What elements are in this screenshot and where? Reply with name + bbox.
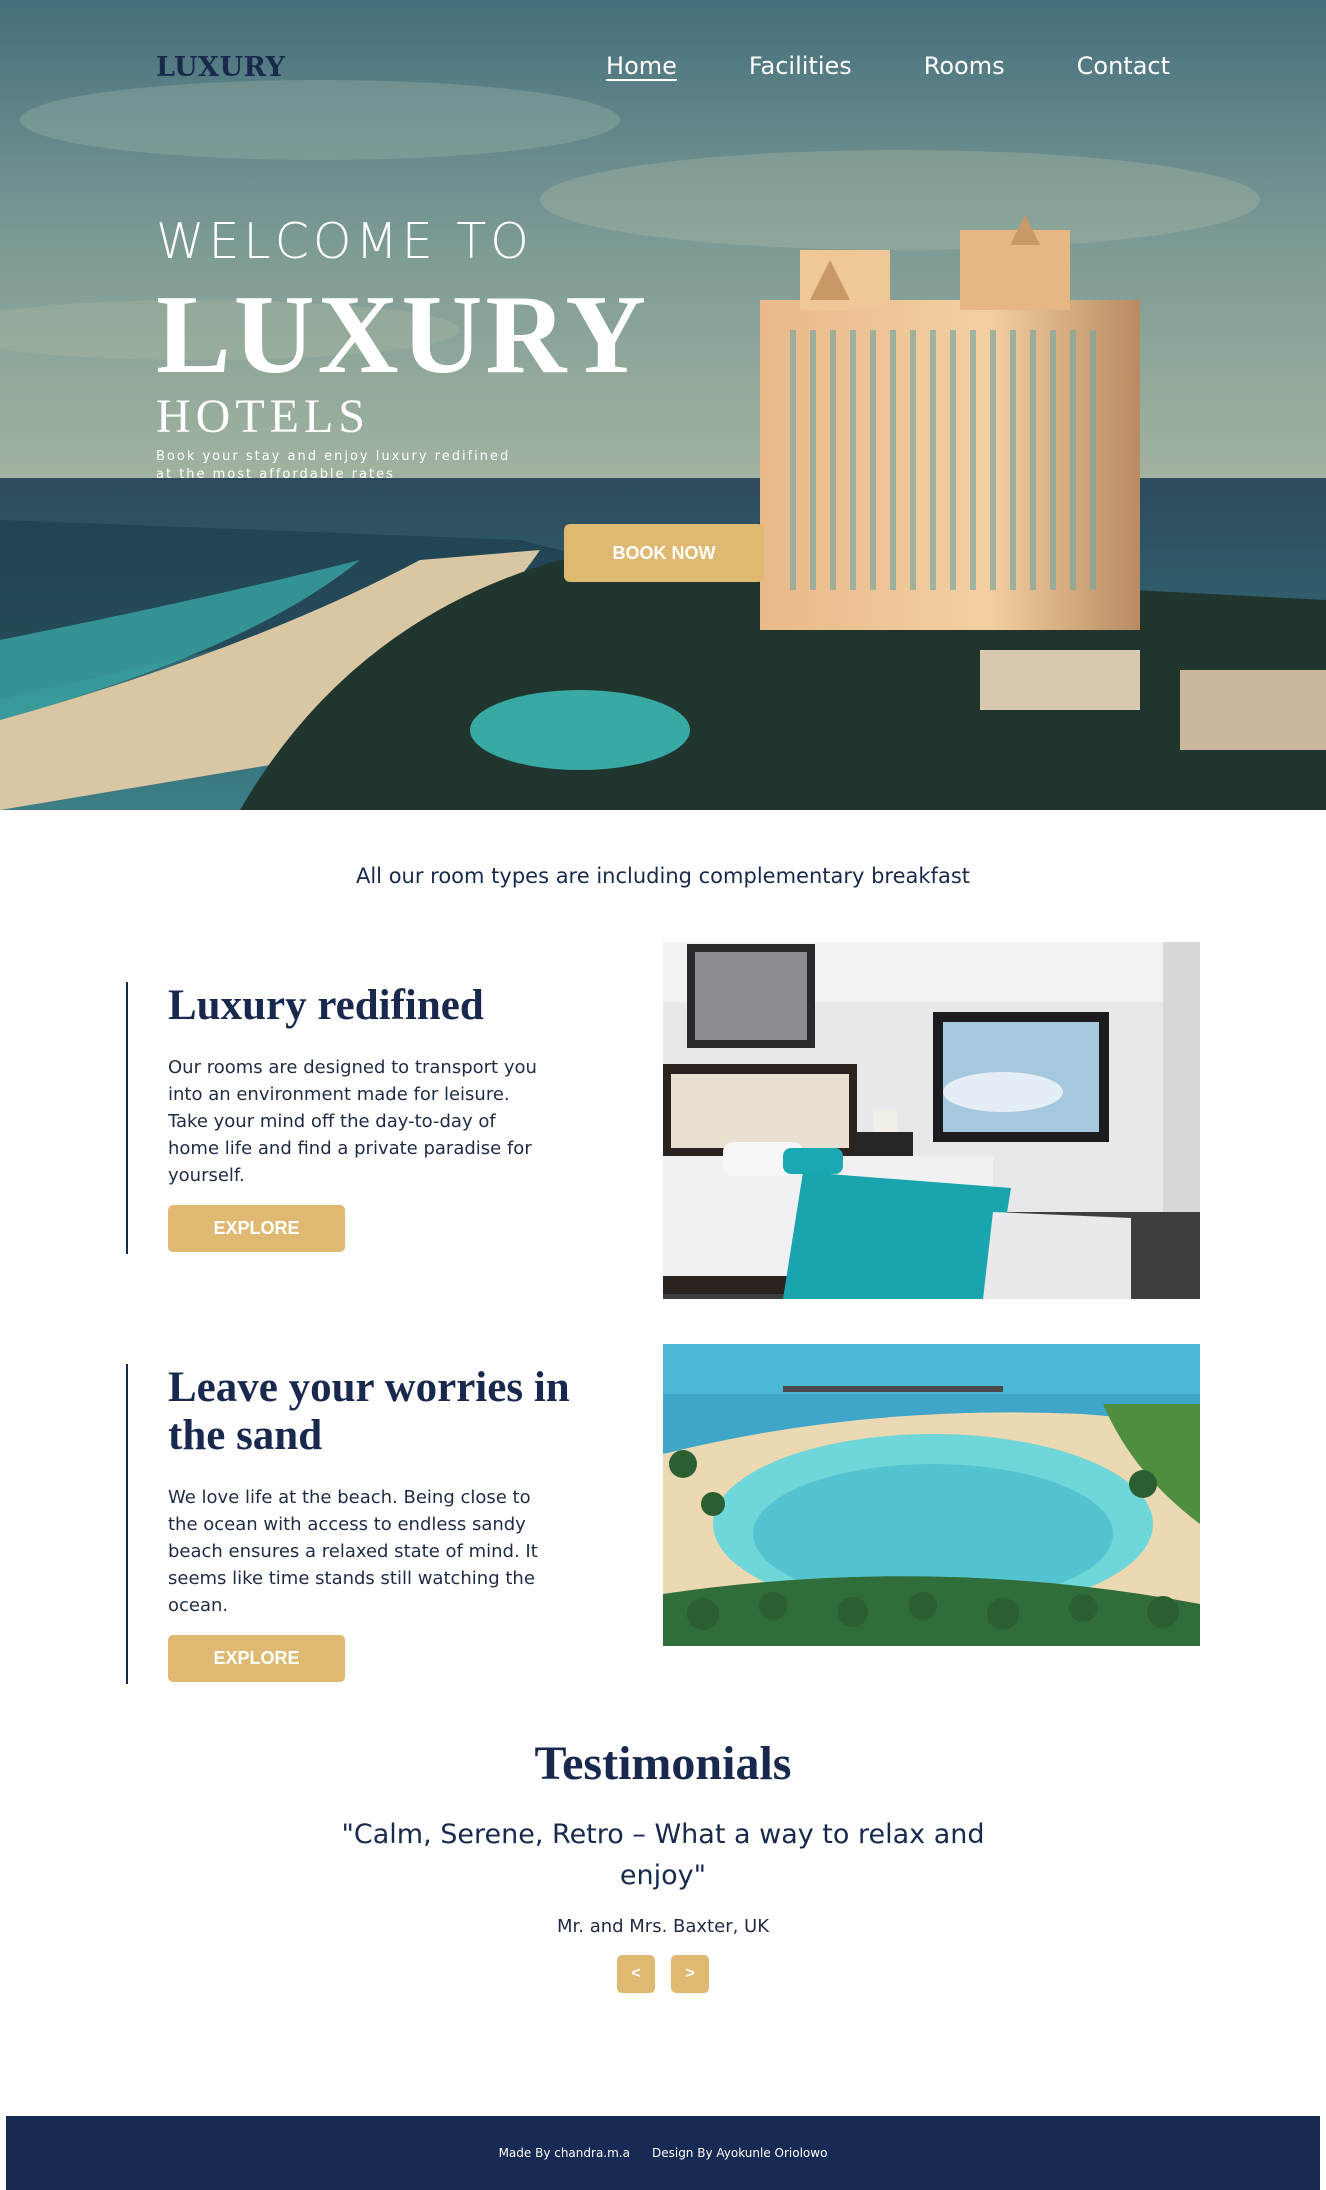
footer-design-by: Design By Ayokunle Oriolowo xyxy=(651,2146,828,2160)
feature-title: Luxury redifined xyxy=(168,982,484,1029)
hero-welcome-text: WELCOME TO xyxy=(156,213,533,270)
next-testimonial-button[interactable]: > xyxy=(671,1955,709,1993)
nav-link-facilities[interactable]: Facilities xyxy=(749,52,852,80)
hero-section: LUXURY Home Facilities Rooms Contact WEL… xyxy=(0,0,1326,810)
testimonials-title: Testimonials xyxy=(534,1737,792,1790)
nav-link-home[interactable]: Home xyxy=(606,52,677,80)
breakfast-note: All our room types are including complem… xyxy=(355,864,970,888)
site-footer: Made By chandra.m.a Design By Ayokunle O… xyxy=(6,2116,1320,2190)
feature-text-block: Leave your worries in the sand We love l… xyxy=(126,1364,588,1684)
previous-testimonial-button[interactable]: < xyxy=(617,1955,655,1993)
top-navigation: LUXURY Home Facilities Rooms Contact xyxy=(0,0,1326,136)
book-now-button[interactable]: BOOK NOW xyxy=(564,524,764,582)
feature-description: Our rooms are designed to transport you … xyxy=(168,1057,537,1186)
beach-lagoon-image xyxy=(663,1344,1200,1646)
footer-made-by: Made By chandra.m.a xyxy=(498,2146,630,2160)
explore-beach-button[interactable]: EXPLORE xyxy=(168,1635,345,1682)
hero-subtitle: HOTELS xyxy=(156,390,370,443)
nav-link-contact[interactable]: Contact xyxy=(1077,52,1170,80)
testimonials-section: Testimonials "Calm, Serene, Retro – What… xyxy=(0,1736,1326,2096)
nav-links: Home Facilities Rooms Contact xyxy=(606,52,1170,80)
hero-tagline: Book your stay and enjoy luxury redifine… xyxy=(156,449,511,482)
feature-luxury-rooms: Luxury redifined Our rooms are designed … xyxy=(0,942,1326,1344)
feature-beach: Leave your worries in the sand We love l… xyxy=(0,1344,1326,1710)
testimonial-quote: "Calm, Serene, Retro – What a way to rel… xyxy=(341,1819,985,1891)
explore-rooms-button[interactable]: EXPLORE xyxy=(168,1205,345,1252)
hero-title: LUXURY xyxy=(156,273,650,397)
nav-link-rooms[interactable]: Rooms xyxy=(924,52,1005,80)
hotel-room-image xyxy=(663,942,1200,1299)
testimonial-author: Mr. and Mrs. Baxter, UK xyxy=(556,1916,770,1937)
feature-description: We love life at the beach. Being close t… xyxy=(168,1487,538,1616)
feature-text-block: Luxury redifined Our rooms are designed … xyxy=(126,982,588,1254)
feature-title: Leave your worries in the sand xyxy=(168,1364,570,1459)
site-logo[interactable]: LUXURY xyxy=(156,52,285,83)
hero-heading-block: WELCOME TO LUXURY HOTELS Book your stay … xyxy=(156,212,649,484)
testimonial-controls: < > xyxy=(0,1955,1326,1993)
